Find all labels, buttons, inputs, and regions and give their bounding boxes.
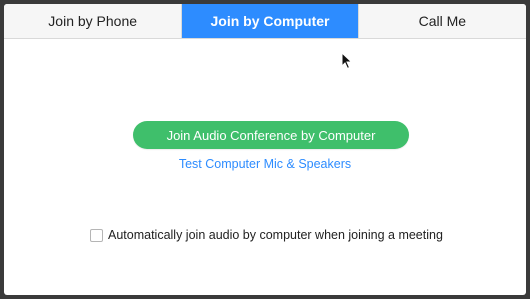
join-audio-by-computer-button[interactable]: Join Audio Conference by Computer xyxy=(133,121,409,149)
tab-call-me[interactable]: Call Me xyxy=(359,4,526,38)
tab-join-by-computer[interactable]: Join by Computer xyxy=(182,4,358,38)
mouse-pointer-icon xyxy=(341,52,353,70)
test-mic-speakers-link[interactable]: Test Computer Mic & Speakers xyxy=(4,157,526,171)
join-audio-button-label: Join Audio Conference by Computer xyxy=(166,127,376,143)
tab-bar: Join by Phone Join by Computer Call Me xyxy=(4,4,526,39)
auto-join-audio-option[interactable]: Automatically join audio by computer whe… xyxy=(90,228,443,242)
tab-join-by-phone[interactable]: Join by Phone xyxy=(4,4,181,38)
auto-join-label: Automatically join audio by computer whe… xyxy=(108,228,443,242)
audio-dialog: Join by Phone Join by Computer Call Me J… xyxy=(4,4,526,295)
auto-join-checkbox[interactable] xyxy=(90,228,103,242)
